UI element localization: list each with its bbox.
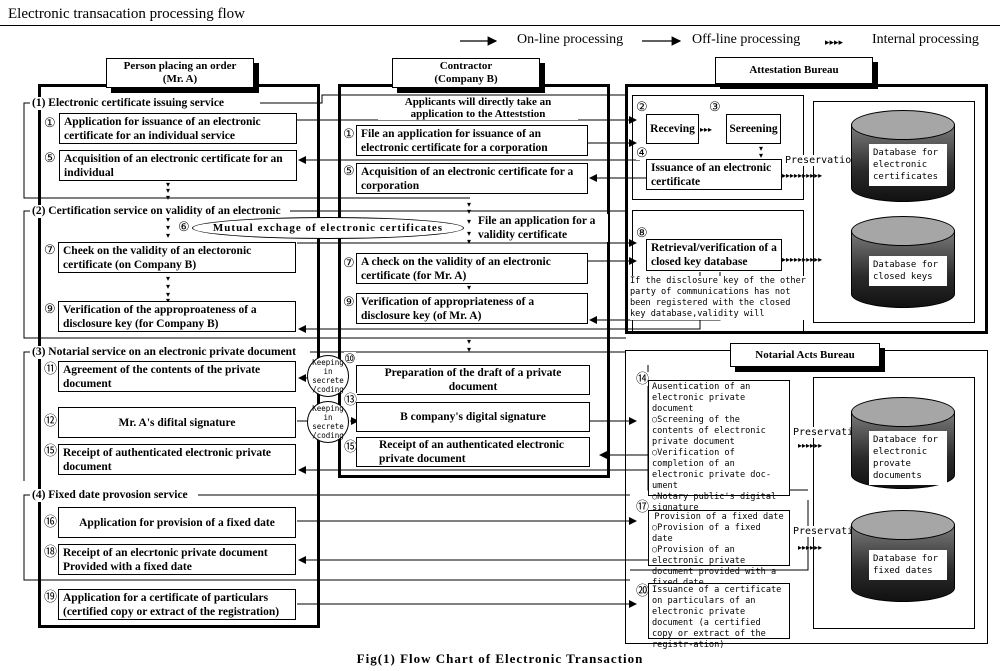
section3-frame — [23, 351, 30, 481]
retrieval-note: If the disclosure key of the other party… — [630, 276, 806, 320]
person-header-line2: (Mr. A) — [162, 73, 198, 85]
contractor-step-7[interactable]: A check on the validity of an electronic… — [356, 253, 588, 284]
step-number: ④ — [636, 145, 648, 160]
person-step-9[interactable]: Verification of the approproateness of a… — [58, 301, 296, 332]
contractor-step-15[interactable]: Receipt of an authenticated electronic p… — [356, 437, 590, 467]
step-number: ⑤ — [343, 163, 355, 178]
attestation-header: Attestation Bureau — [715, 57, 873, 84]
fixed-date-title: Provision of a fixed date — [654, 512, 784, 522]
contractor-note: Applicants will directly take an applica… — [378, 96, 578, 120]
db-label: Database for electronic certificates — [869, 144, 947, 186]
legend-internal-label: Internal processing — [872, 32, 979, 47]
person-step-15[interactable]: Receipt of authenticated electronic priv… — [58, 444, 296, 475]
db-label: Databace for electronic provate document… — [869, 431, 947, 485]
person-step-16[interactable]: Application for provision of a fixed dat… — [58, 507, 296, 538]
step-number: ⑯ — [44, 514, 58, 529]
legend-internal-arrows: ▸▸▸▸ — [825, 37, 844, 47]
db-electronic-private-documents: Databace for electronic provate document… — [851, 397, 955, 489]
person-header-line1: Person placing an order — [123, 60, 237, 72]
step-number: ③ — [709, 99, 721, 114]
person-step-5[interactable]: Acquisition of an electronic certificate… — [59, 150, 297, 181]
person-step-18[interactable]: Receipt of an elecrtonic private documen… — [58, 544, 296, 575]
cylinder-top — [851, 397, 955, 427]
person-step-19[interactable]: Application for a certificate of particu… — [58, 589, 296, 620]
legend-offline-label: Off-line processing — [692, 32, 801, 47]
notarial-header: Notarial Acts Bureau — [730, 343, 880, 367]
keeping-secret-badge: Keeping in secrete /coding — [307, 401, 349, 443]
db-fixed-dates: Database for fixed dates — [851, 510, 955, 602]
step-number: ② — [636, 99, 648, 114]
cylinder-top — [851, 110, 955, 140]
db-label: Database for fixed dates — [869, 550, 947, 580]
step-number: ⑮ — [44, 443, 58, 458]
db-electronic-certificates: Database for electronic certificates — [851, 110, 955, 202]
person-header: Person placing an order (Mr. A) — [106, 58, 254, 88]
notarial-particulars-box[interactable]: Issuance of a certificate on particulars… — [648, 583, 790, 650]
step-number: ⑨ — [44, 301, 56, 316]
person-step-12[interactable]: Mr. A's difital signature — [58, 407, 296, 438]
step-number: ⑫ — [44, 413, 58, 428]
fixed-date-item: ○Provision of a fixed date — [652, 523, 761, 544]
contractor-header-line1: Contractor — [439, 60, 493, 72]
mutual-exchange-oval: Mutual exchage of electronic certificate… — [192, 217, 464, 239]
person-step-1[interactable]: Application for issuance of an electroni… — [59, 113, 297, 144]
section-1-label: (1) Electronic certificate issuing servi… — [30, 97, 227, 110]
contractor-validity-request: File an application for a validity certi… — [478, 214, 608, 242]
contractor-step-1[interactable]: File an application for issuance of an e… — [356, 125, 588, 156]
person-step-7[interactable]: Cheek on the validity of an electoronic … — [58, 242, 296, 273]
retrieval-box[interactable]: Retrieval/verification of a closed key d… — [646, 239, 782, 271]
authentication-item: ○Screening of the contents of electronic… — [652, 415, 766, 447]
step-number: ⑪ — [44, 361, 58, 376]
contractor-step-9[interactable]: Verification of appropriateness of a dis… — [356, 293, 588, 324]
section-3-label: (3) Notarial service on an electronic pr… — [30, 346, 298, 359]
db-label: Database for closed keys — [869, 256, 947, 286]
contractor-step-13[interactable]: B company's digital signature — [356, 402, 590, 432]
step-number: ① — [44, 115, 56, 130]
notarial-authentication-box[interactable]: Ausentication of an electronic private d… — [648, 380, 790, 546]
step-number: ⑱ — [44, 544, 58, 559]
screening-box[interactable]: Sereening — [726, 114, 781, 144]
step-number: ⑧ — [636, 225, 648, 240]
figure-caption: Fig(1) Flow Chart of Electronic Transact… — [356, 651, 644, 666]
contractor-header-line2: (Company B) — [434, 73, 498, 85]
step-number: ⑨ — [343, 294, 355, 309]
authentication-title: Ausentication of an electronic private d… — [652, 382, 751, 414]
step-number: ① — [343, 126, 355, 141]
person-step-11[interactable]: Agreement of the contents of the private… — [58, 361, 296, 392]
step-number: ⑲ — [44, 589, 58, 604]
step-number: ⑦ — [44, 242, 56, 257]
cylinder-top — [851, 216, 955, 246]
step-number: ⑤ — [44, 150, 56, 165]
section-4-label: (4) Fixed date provosion service — [30, 489, 190, 502]
notarial-fixed-date-box[interactable]: Provision of a fixed date ○Provision of … — [648, 510, 790, 588]
preservation-label: Preservation — [785, 155, 858, 166]
legend-online-label: On-line processing — [517, 32, 624, 47]
issuance-box[interactable]: Issuance of an electronic certificate — [646, 159, 782, 190]
contractor-step-5[interactable]: Acquisition of an electronic certificate… — [356, 163, 588, 194]
db-closed-keys: Database for closed keys — [851, 216, 955, 308]
step-number: ⑥ — [178, 219, 190, 234]
contractor-step-10[interactable]: Preparation of the draft of a private do… — [356, 365, 590, 395]
step-number: ⑦ — [343, 255, 355, 270]
section-2-label: (2) Certification service on validity of… — [30, 205, 283, 218]
keeping-secret-badge: Keeping in secrete /coding — [307, 355, 349, 397]
cylinder-top — [851, 510, 955, 540]
authentication-item: ○Verification of completion of an electr… — [652, 448, 771, 491]
contractor-header: Contractor (Company B) — [392, 58, 540, 88]
receving-box[interactable]: Receving — [646, 114, 699, 144]
